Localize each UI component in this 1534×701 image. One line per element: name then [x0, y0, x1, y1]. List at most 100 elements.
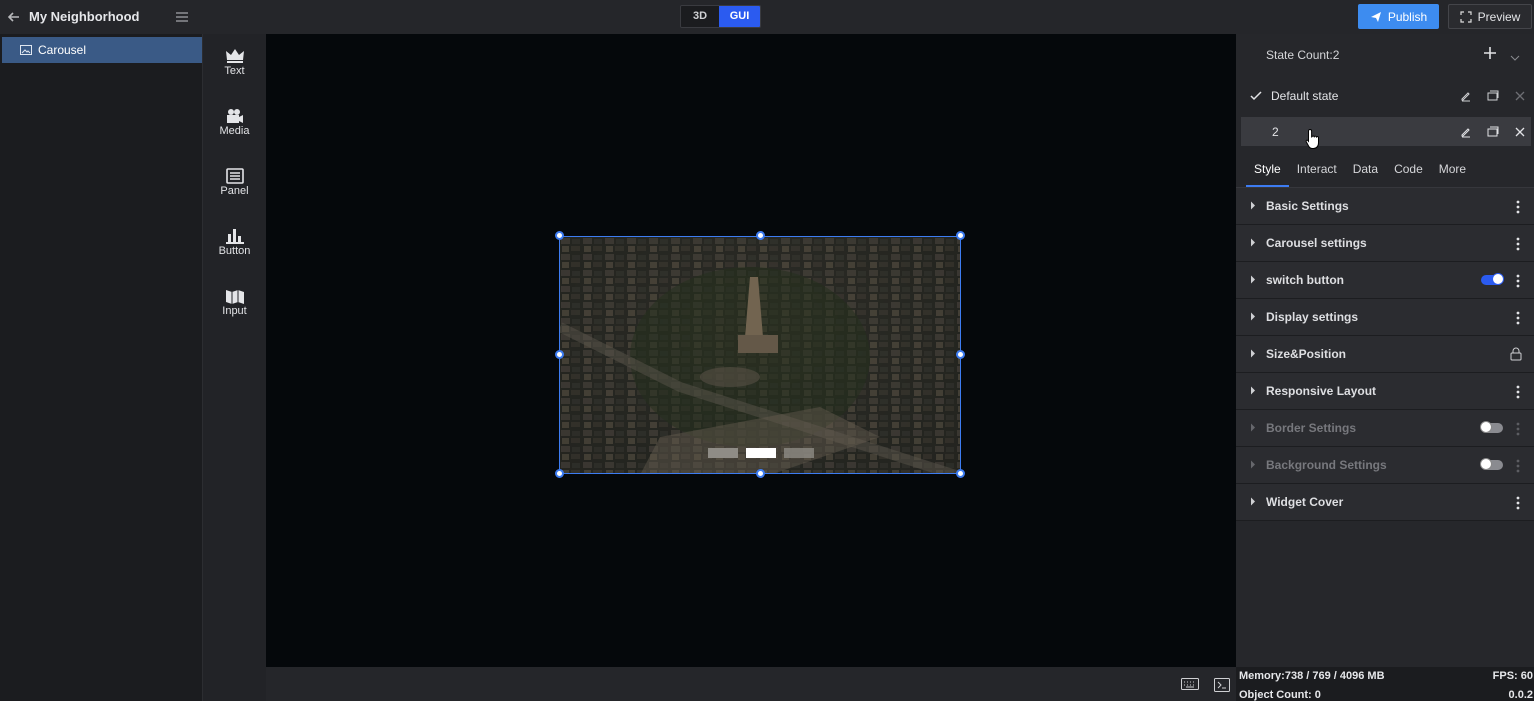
lock-icon[interactable] [1510, 347, 1522, 361]
bottom-bar [266, 667, 1236, 701]
arrow-left-icon[interactable] [6, 9, 22, 25]
carousel-dot[interactable] [784, 448, 814, 458]
state-item-default[interactable]: Default state [1241, 81, 1531, 110]
resize-handle-top[interactable] [756, 231, 765, 240]
widget-panel-label: Panel [220, 185, 249, 197]
toggle-knob [1492, 273, 1504, 285]
preview-button[interactable]: Preview [1448, 4, 1532, 29]
fullscreen-icon [1460, 10, 1472, 23]
edit-icon[interactable] [1459, 89, 1473, 103]
caret-right-icon [1251, 238, 1255, 247]
section-switch-button[interactable]: switch button [1236, 262, 1534, 299]
image-icon [20, 45, 32, 55]
more-options-icon[interactable] [1515, 384, 1521, 400]
section-display-settings[interactable]: Display settings [1236, 299, 1534, 336]
section-label: switch button [1266, 273, 1344, 287]
widget-text[interactable]: Text [203, 48, 266, 98]
bar-chart-icon [225, 229, 244, 244]
memory-readout: Memory:738 / 769 / 4096 MB [1239, 670, 1385, 682]
resize-handle-top-right[interactable] [956, 231, 965, 240]
section-background-settings[interactable]: Background Settings [1236, 447, 1534, 484]
widget-input-label: Input [222, 305, 247, 317]
carousel-image [560, 237, 960, 473]
more-options-icon[interactable] [1515, 273, 1521, 289]
section-border-settings[interactable]: Border Settings [1236, 410, 1534, 447]
chevron-down-icon[interactable] [1510, 50, 1520, 64]
section-basic-settings[interactable]: Basic Settings [1236, 188, 1534, 225]
more-options-icon[interactable] [1515, 236, 1521, 252]
widget-media[interactable]: Media [203, 108, 266, 158]
resize-handle-bottom[interactable] [756, 469, 765, 478]
state-name: Default state [1271, 88, 1339, 103]
project-title: My Neighborhood [29, 9, 140, 24]
mode-switch: 3D GUI [680, 5, 761, 28]
tab-interact[interactable]: Interact [1289, 152, 1345, 187]
more-options-icon[interactable] [1515, 421, 1521, 437]
panel-icon [225, 168, 244, 184]
design-canvas[interactable] [266, 34, 1236, 667]
switch-toggle[interactable] [1480, 421, 1503, 433]
state-actions [1459, 125, 1527, 139]
carousel-dot[interactable] [708, 448, 738, 458]
caret-right-icon [1251, 423, 1255, 432]
toggle-knob [1480, 421, 1492, 433]
section-size-position[interactable]: Size&Position [1236, 336, 1534, 373]
state-item-2[interactable]: 2 [1241, 117, 1531, 146]
mode-gui-button[interactable]: GUI [719, 6, 760, 27]
send-icon [1370, 11, 1381, 22]
section-responsive-layout[interactable]: Responsive Layout [1236, 373, 1534, 410]
terminal-icon[interactable] [1214, 678, 1230, 695]
widget-panel[interactable]: Panel [203, 168, 266, 218]
hamburger-menu-icon[interactable] [174, 9, 190, 25]
preview-label: Preview [1477, 9, 1521, 24]
widget-button[interactable]: Button [203, 228, 266, 278]
close-icon[interactable] [1513, 89, 1527, 103]
add-state-icon[interactable] [1483, 46, 1497, 63]
carousel-widget[interactable] [559, 236, 961, 474]
map-icon [225, 290, 244, 304]
widget-text-label: Text [224, 65, 245, 77]
section-label: Background Settings [1266, 458, 1387, 472]
tab-code[interactable]: Code [1386, 152, 1431, 187]
widget-toolbar: Text Media Panel Button Input [203, 34, 266, 701]
caret-right-icon [1251, 349, 1255, 358]
more-options-icon[interactable] [1515, 458, 1521, 474]
copy-icon[interactable] [1486, 125, 1500, 139]
state-actions [1459, 89, 1527, 103]
close-icon[interactable] [1513, 125, 1527, 139]
publish-label: Publish [1387, 9, 1428, 24]
mode-3d-button[interactable]: 3D [681, 6, 719, 27]
publish-button[interactable]: Publish [1358, 4, 1439, 29]
section-carousel-settings[interactable]: Carousel settings [1236, 225, 1534, 262]
layer-item-carousel[interactable]: Carousel [2, 37, 202, 63]
tab-data[interactable]: Data [1345, 152, 1386, 187]
section-label: Responsive Layout [1266, 384, 1377, 398]
resize-handle-right[interactable] [956, 350, 965, 359]
more-options-icon[interactable] [1515, 495, 1521, 511]
edit-icon[interactable] [1459, 125, 1473, 139]
object-count: Object Count: 0 [1239, 689, 1321, 701]
status-bar: Memory:738 / 769 / 4096 MB FPS: 60 Objec… [1236, 667, 1534, 701]
more-options-icon[interactable] [1515, 310, 1521, 326]
resize-handle-bottom-left[interactable] [555, 469, 564, 478]
widget-button-label: Button [218, 245, 251, 257]
caret-right-icon [1251, 201, 1255, 210]
section-label: Border Settings [1266, 421, 1357, 435]
toggle-knob [1480, 458, 1492, 470]
layer-label: Carousel [38, 43, 87, 57]
resize-handle-bottom-right[interactable] [956, 469, 965, 478]
media-icon [226, 109, 243, 123]
tab-style[interactable]: Style [1246, 152, 1289, 187]
section-widget-cover[interactable]: Widget Cover [1236, 484, 1534, 521]
resize-handle-left[interactable] [555, 350, 564, 359]
tab-more[interactable]: More [1431, 152, 1474, 187]
caret-right-icon [1251, 312, 1255, 321]
widget-input[interactable]: Input [203, 288, 266, 338]
keyboard-icon[interactable] [1181, 678, 1199, 693]
more-options-icon[interactable] [1515, 199, 1521, 215]
carousel-dot-active[interactable] [746, 448, 776, 458]
copy-icon[interactable] [1486, 89, 1500, 103]
switch-toggle[interactable] [1480, 458, 1503, 470]
switch-toggle[interactable] [1481, 273, 1504, 285]
resize-handle-top-left[interactable] [555, 231, 564, 240]
